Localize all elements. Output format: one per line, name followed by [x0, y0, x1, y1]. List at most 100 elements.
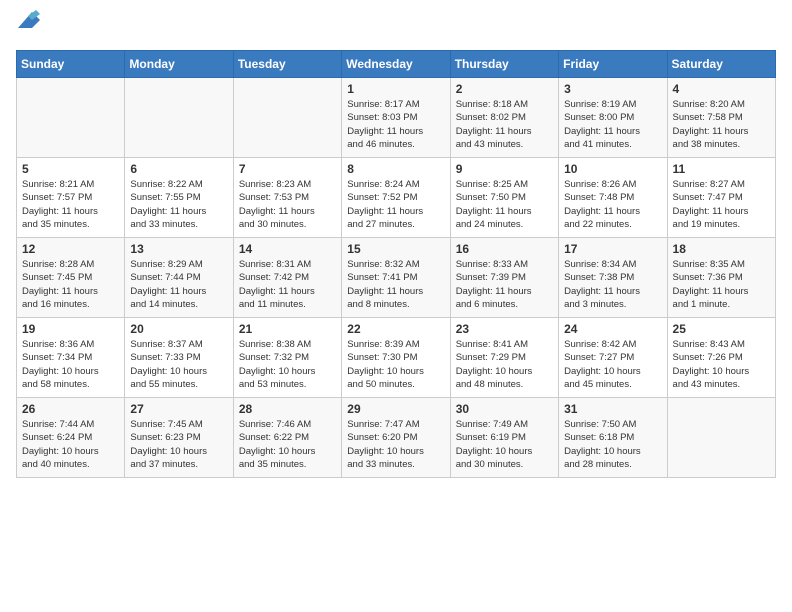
week-row-3: 12 Sunrise: 8:28 AM Sunset: 7:45 PM Dayli…	[17, 238, 776, 318]
day-number: 4	[673, 82, 770, 96]
calendar-cell: 11 Sunrise: 8:27 AM Sunset: 7:47 PM Dayli…	[667, 158, 775, 238]
day-number: 18	[673, 242, 770, 256]
calendar-cell: 13 Sunrise: 8:29 AM Sunset: 7:44 PM Dayli…	[125, 238, 233, 318]
calendar-cell: 19 Sunrise: 8:36 AM Sunset: 7:34 PM Dayli…	[17, 318, 125, 398]
week-row-4: 19 Sunrise: 8:36 AM Sunset: 7:34 PM Dayli…	[17, 318, 776, 398]
day-info: Sunrise: 8:23 AM Sunset: 7:53 PM Dayligh…	[239, 178, 336, 231]
calendar-cell: 9 Sunrise: 8:25 AM Sunset: 7:50 PM Daylig…	[450, 158, 558, 238]
day-info: Sunrise: 7:44 AM Sunset: 6:24 PM Dayligh…	[22, 418, 119, 471]
calendar-cell	[17, 78, 125, 158]
day-info: Sunrise: 7:46 AM Sunset: 6:22 PM Dayligh…	[239, 418, 336, 471]
day-number: 22	[347, 322, 444, 336]
calendar-cell: 23 Sunrise: 8:41 AM Sunset: 7:29 PM Dayli…	[450, 318, 558, 398]
day-info: Sunrise: 8:39 AM Sunset: 7:30 PM Dayligh…	[347, 338, 444, 391]
day-info: Sunrise: 7:47 AM Sunset: 6:20 PM Dayligh…	[347, 418, 444, 471]
calendar-cell: 29 Sunrise: 7:47 AM Sunset: 6:20 PM Dayli…	[342, 398, 450, 478]
calendar-cell	[125, 78, 233, 158]
day-number: 15	[347, 242, 444, 256]
calendar-cell: 12 Sunrise: 8:28 AM Sunset: 7:45 PM Dayli…	[17, 238, 125, 318]
day-number: 31	[564, 402, 661, 416]
day-number: 11	[673, 162, 770, 176]
col-header-sunday: Sunday	[17, 51, 125, 78]
col-header-friday: Friday	[559, 51, 667, 78]
day-number: 6	[130, 162, 227, 176]
calendar-cell: 20 Sunrise: 8:37 AM Sunset: 7:33 PM Dayli…	[125, 318, 233, 398]
calendar-cell: 31 Sunrise: 7:50 AM Sunset: 6:18 PM Dayli…	[559, 398, 667, 478]
day-info: Sunrise: 8:36 AM Sunset: 7:34 PM Dayligh…	[22, 338, 119, 391]
calendar-cell: 18 Sunrise: 8:35 AM Sunset: 7:36 PM Dayli…	[667, 238, 775, 318]
week-row-1: 1 Sunrise: 8:17 AM Sunset: 8:03 PM Daylig…	[17, 78, 776, 158]
calendar-cell: 8 Sunrise: 8:24 AM Sunset: 7:52 PM Daylig…	[342, 158, 450, 238]
day-number: 23	[456, 322, 553, 336]
day-info: Sunrise: 8:22 AM Sunset: 7:55 PM Dayligh…	[130, 178, 227, 231]
calendar-cell: 3 Sunrise: 8:19 AM Sunset: 8:00 PM Daylig…	[559, 78, 667, 158]
week-row-2: 5 Sunrise: 8:21 AM Sunset: 7:57 PM Daylig…	[17, 158, 776, 238]
calendar-cell: 7 Sunrise: 8:23 AM Sunset: 7:53 PM Daylig…	[233, 158, 341, 238]
day-number: 20	[130, 322, 227, 336]
day-info: Sunrise: 8:18 AM Sunset: 8:02 PM Dayligh…	[456, 98, 553, 151]
calendar-cell: 26 Sunrise: 7:44 AM Sunset: 6:24 PM Dayli…	[17, 398, 125, 478]
calendar-cell: 1 Sunrise: 8:17 AM Sunset: 8:03 PM Daylig…	[342, 78, 450, 158]
day-info: Sunrise: 8:33 AM Sunset: 7:39 PM Dayligh…	[456, 258, 553, 311]
day-info: Sunrise: 8:41 AM Sunset: 7:29 PM Dayligh…	[456, 338, 553, 391]
day-info: Sunrise: 8:35 AM Sunset: 7:36 PM Dayligh…	[673, 258, 770, 311]
day-number: 9	[456, 162, 553, 176]
day-info: Sunrise: 8:31 AM Sunset: 7:42 PM Dayligh…	[239, 258, 336, 311]
page-header	[16, 16, 776, 40]
day-info: Sunrise: 8:21 AM Sunset: 7:57 PM Dayligh…	[22, 178, 119, 231]
logo	[16, 16, 40, 40]
calendar-cell: 5 Sunrise: 8:21 AM Sunset: 7:57 PM Daylig…	[17, 158, 125, 238]
day-info: Sunrise: 7:50 AM Sunset: 6:18 PM Dayligh…	[564, 418, 661, 471]
day-info: Sunrise: 7:49 AM Sunset: 6:19 PM Dayligh…	[456, 418, 553, 471]
day-number: 26	[22, 402, 119, 416]
day-number: 5	[22, 162, 119, 176]
day-number: 19	[22, 322, 119, 336]
day-info: Sunrise: 8:24 AM Sunset: 7:52 PM Dayligh…	[347, 178, 444, 231]
calendar-cell: 14 Sunrise: 8:31 AM Sunset: 7:42 PM Dayli…	[233, 238, 341, 318]
day-number: 14	[239, 242, 336, 256]
day-number: 1	[347, 82, 444, 96]
day-number: 21	[239, 322, 336, 336]
calendar-cell: 10Sunrise: 8:26 AM Sunset: 7:48 PM Dayli…	[559, 158, 667, 238]
day-number: 27	[130, 402, 227, 416]
day-info: Sunrise: 8:34 AM Sunset: 7:38 PM Dayligh…	[564, 258, 661, 311]
day-number: 2	[456, 82, 553, 96]
day-number: 16	[456, 242, 553, 256]
day-number: 13	[130, 242, 227, 256]
col-header-saturday: Saturday	[667, 51, 775, 78]
day-number: 28	[239, 402, 336, 416]
day-info: Sunrise: 8:17 AM Sunset: 8:03 PM Dayligh…	[347, 98, 444, 151]
day-number: 7	[239, 162, 336, 176]
day-info: Sunrise: 8:28 AM Sunset: 7:45 PM Dayligh…	[22, 258, 119, 311]
day-info: Sunrise: 8:25 AM Sunset: 7:50 PM Dayligh…	[456, 178, 553, 231]
day-info: Sunrise: 8:38 AM Sunset: 7:32 PM Dayligh…	[239, 338, 336, 391]
col-header-monday: Monday	[125, 51, 233, 78]
logo-icon	[18, 10, 40, 28]
day-info: Sunrise: 8:19 AM Sunset: 8:00 PM Dayligh…	[564, 98, 661, 151]
calendar-cell: 2 Sunrise: 8:18 AM Sunset: 8:02 PM Daylig…	[450, 78, 558, 158]
day-info: Sunrise: 8:42 AM Sunset: 7:27 PM Dayligh…	[564, 338, 661, 391]
week-row-5: 26 Sunrise: 7:44 AM Sunset: 6:24 PM Dayli…	[17, 398, 776, 478]
day-info: Sunrise: 8:37 AM Sunset: 7:33 PM Dayligh…	[130, 338, 227, 391]
day-number: 3	[564, 82, 661, 96]
day-info: Sunrise: 8:43 AM Sunset: 7:26 PM Dayligh…	[673, 338, 770, 391]
day-info: Sunrise: 8:29 AM Sunset: 7:44 PM Dayligh…	[130, 258, 227, 311]
day-info: Sunrise: 8:27 AM Sunset: 7:47 PM Dayligh…	[673, 178, 770, 231]
col-header-wednesday: Wednesday	[342, 51, 450, 78]
calendar-cell: 27Sunrise: 7:45 AM Sunset: 6:23 PM Dayli…	[125, 398, 233, 478]
calendar-cell: 15Sunrise: 8:32 AM Sunset: 7:41 PM Dayli…	[342, 238, 450, 318]
calendar-cell: 17 Sunrise: 8:34 AM Sunset: 7:38 PM Dayli…	[559, 238, 667, 318]
col-header-thursday: Thursday	[450, 51, 558, 78]
day-number: 25	[673, 322, 770, 336]
day-number: 12	[22, 242, 119, 256]
calendar-cell: 6 Sunrise: 8:22 AM Sunset: 7:55 PM Daylig…	[125, 158, 233, 238]
calendar-table: SundayMondayTuesdayWednesdayThursdayFrid…	[16, 50, 776, 478]
day-number: 8	[347, 162, 444, 176]
calendar-cell: 16 Sunrise: 8:33 AM Sunset: 7:39 PM Dayli…	[450, 238, 558, 318]
day-number: 29	[347, 402, 444, 416]
calendar-cell: 25 Sunrise: 8:43 AM Sunset: 7:26 PM Dayli…	[667, 318, 775, 398]
day-number: 17	[564, 242, 661, 256]
calendar-cell: 28 Sunrise: 7:46 AM Sunset: 6:22 PM Dayli…	[233, 398, 341, 478]
calendar-cell: 22 Sunrise: 8:39 AM Sunset: 7:30 PM Dayli…	[342, 318, 450, 398]
day-number: 10	[564, 162, 661, 176]
